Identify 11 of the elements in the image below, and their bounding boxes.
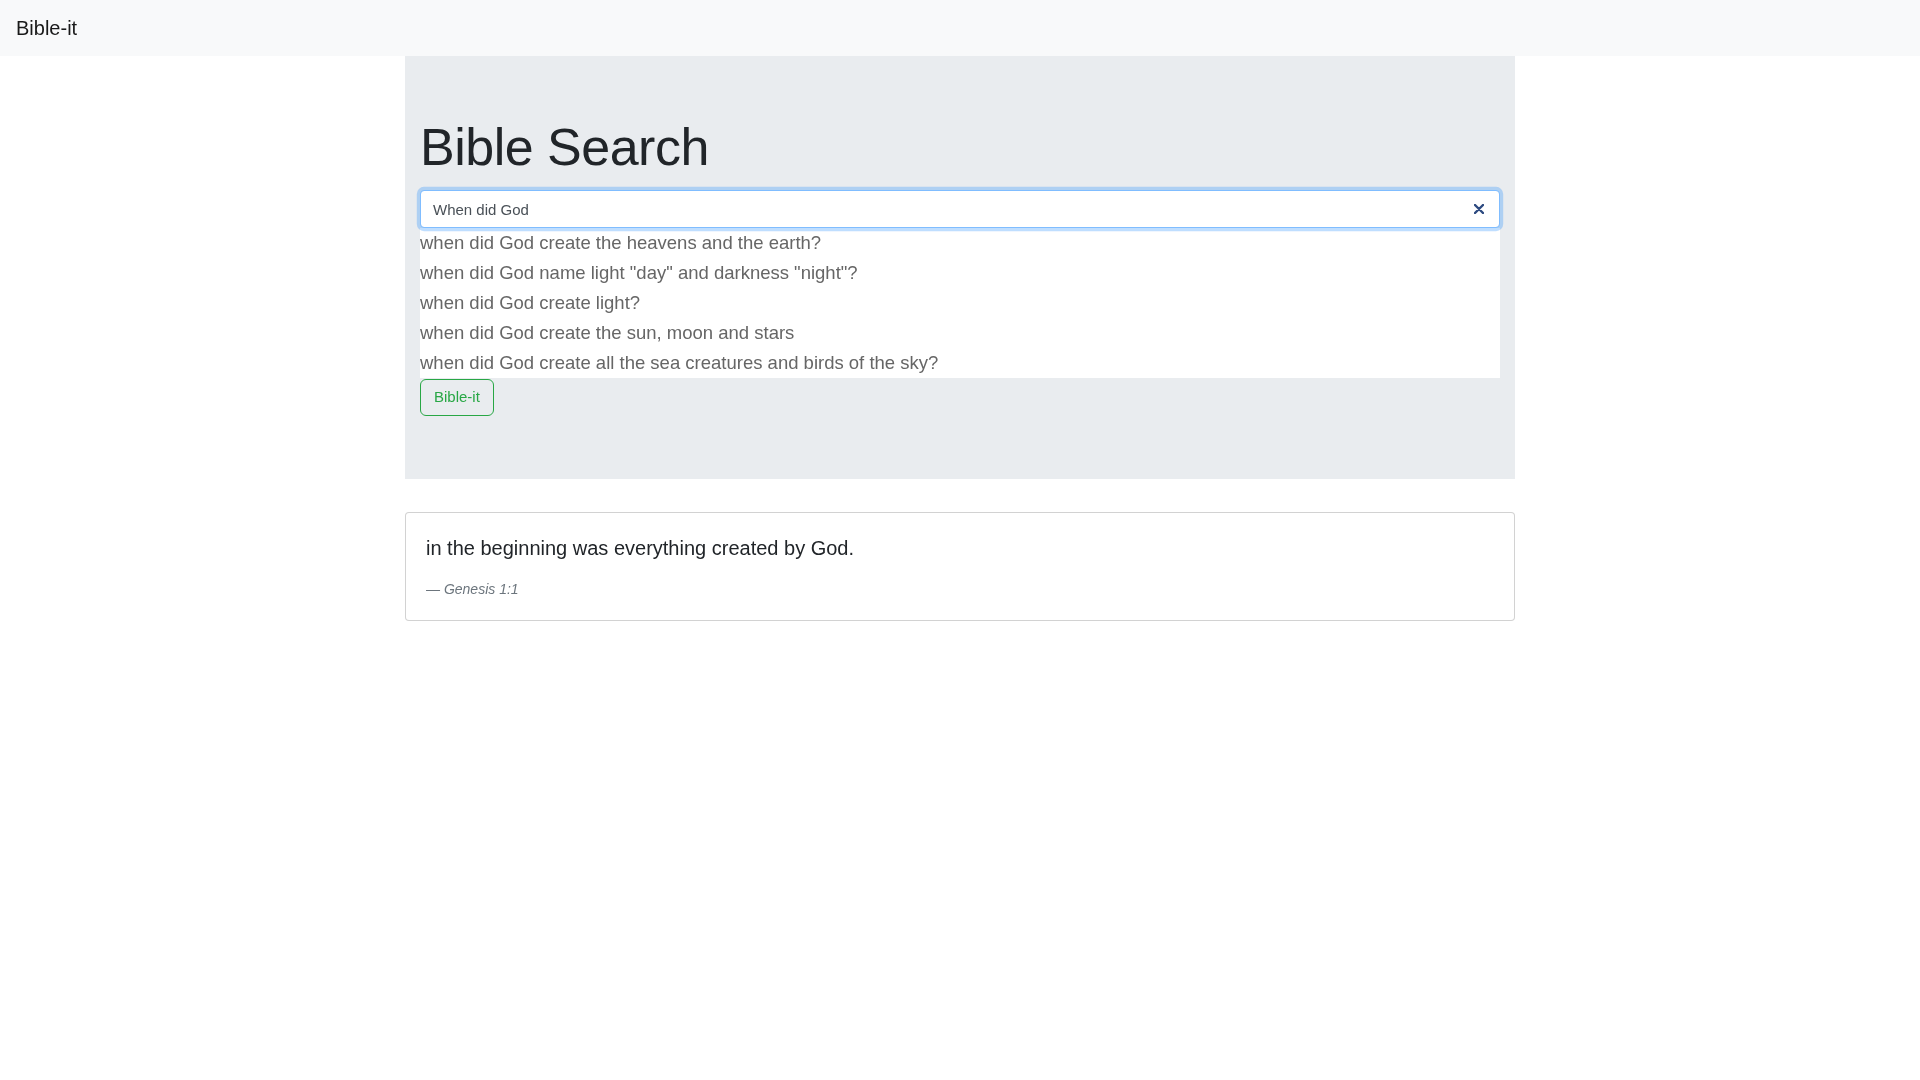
page-title: Bible Search xyxy=(420,117,710,178)
quote-source: — Genesis 1:1 xyxy=(426,579,520,599)
quote-text: in the beginning was everything created by God. xyxy=(426,535,856,561)
suggestion-item[interactable]: when did God name light "day" and darkness "night"? xyxy=(420,258,1500,289)
suggestion-item[interactable]: when did God create light? xyxy=(420,288,1500,319)
search-field[interactable]: When did God xyxy=(420,190,1500,229)
suggestion-item[interactable]: when did God create all the sea creatures and birds of the sky? xyxy=(420,348,1500,379)
suggestion-item[interactable]: when did God create the sun, moon and stars xyxy=(420,318,1500,349)
close-icon[interactable] xyxy=(1474,204,1484,215)
brand-link[interactable]: Bible-it xyxy=(16,17,78,39)
suggestion-item[interactable]: when did God create the heavens and the earth? xyxy=(420,228,1500,259)
